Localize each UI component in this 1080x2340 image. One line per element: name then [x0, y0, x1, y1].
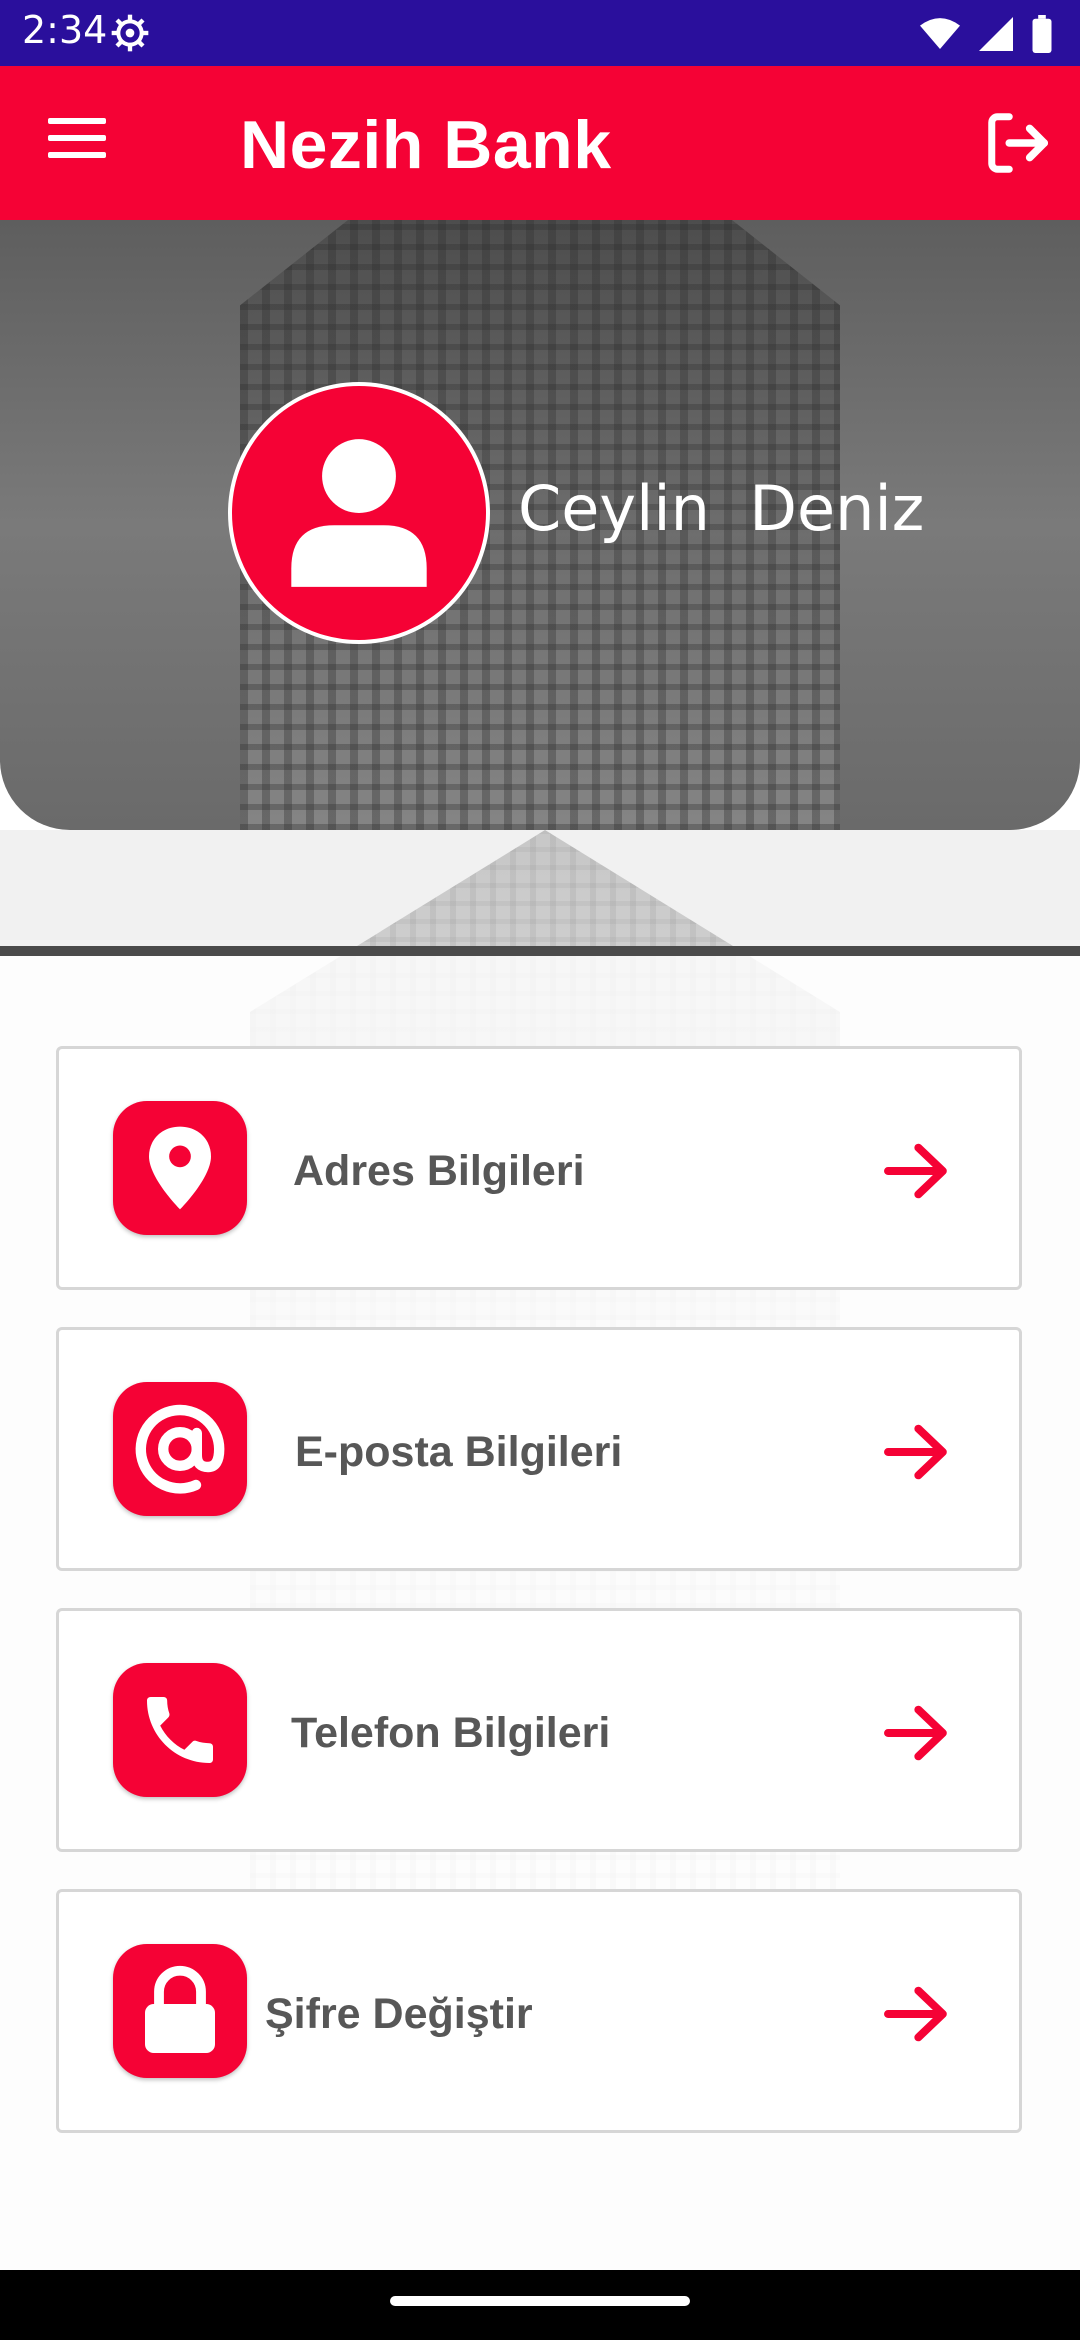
at-sign-icon [135, 1404, 225, 1494]
battery-icon [1032, 15, 1052, 53]
avatar [228, 382, 490, 644]
change-password-card[interactable]: Şifre Değiştir [56, 1889, 1022, 2133]
app-bar: Nezih Bank [0, 66, 1080, 220]
status-icons [920, 14, 1052, 54]
card-label: Adres Bilgileri [293, 1147, 585, 1195]
wifi-icon [920, 18, 960, 49]
user-name: Ceylin Deniz [518, 472, 925, 545]
card-label: E-posta Bilgileri [295, 1428, 623, 1476]
lock-icon [145, 1965, 215, 2053]
hamburger-menu-icon[interactable] [48, 118, 106, 162]
phone-icon [147, 1697, 213, 1763]
icon-tile [113, 1382, 247, 1516]
icon-tile [113, 1663, 247, 1797]
logout-icon[interactable] [980, 108, 1056, 178]
app-title: Nezih Bank [240, 107, 612, 183]
system-navigation-bar [0, 2270, 1080, 2340]
status-time: 2:34 [22, 8, 108, 52]
cellular-signal-icon [979, 17, 1013, 51]
email-info-card[interactable]: E-posta Bilgileri [56, 1327, 1022, 1571]
settings-gear-icon [111, 14, 149, 52]
status-bar: 2:34 [0, 0, 1080, 66]
arrow-right-icon [884, 1424, 947, 1480]
location-pin-icon [149, 1126, 211, 1210]
user-icon [291, 439, 427, 587]
arrow-right-icon [884, 1986, 947, 2042]
card-label: Telefon Bilgileri [291, 1709, 611, 1757]
address-info-card[interactable]: Adres Bilgileri [56, 1046, 1022, 1290]
home-gesture-handle[interactable] [390, 2296, 690, 2306]
phone-info-card[interactable]: Telefon Bilgileri [56, 1608, 1022, 1852]
divider [0, 946, 1080, 956]
arrow-right-icon [884, 1143, 947, 1199]
arrow-right-icon [884, 1705, 947, 1761]
icon-tile [113, 1101, 247, 1235]
profile-header: Ceylin Deniz [0, 220, 1080, 830]
card-label: Şifre Değiştir [265, 1990, 533, 2038]
icon-tile [113, 1944, 247, 2078]
